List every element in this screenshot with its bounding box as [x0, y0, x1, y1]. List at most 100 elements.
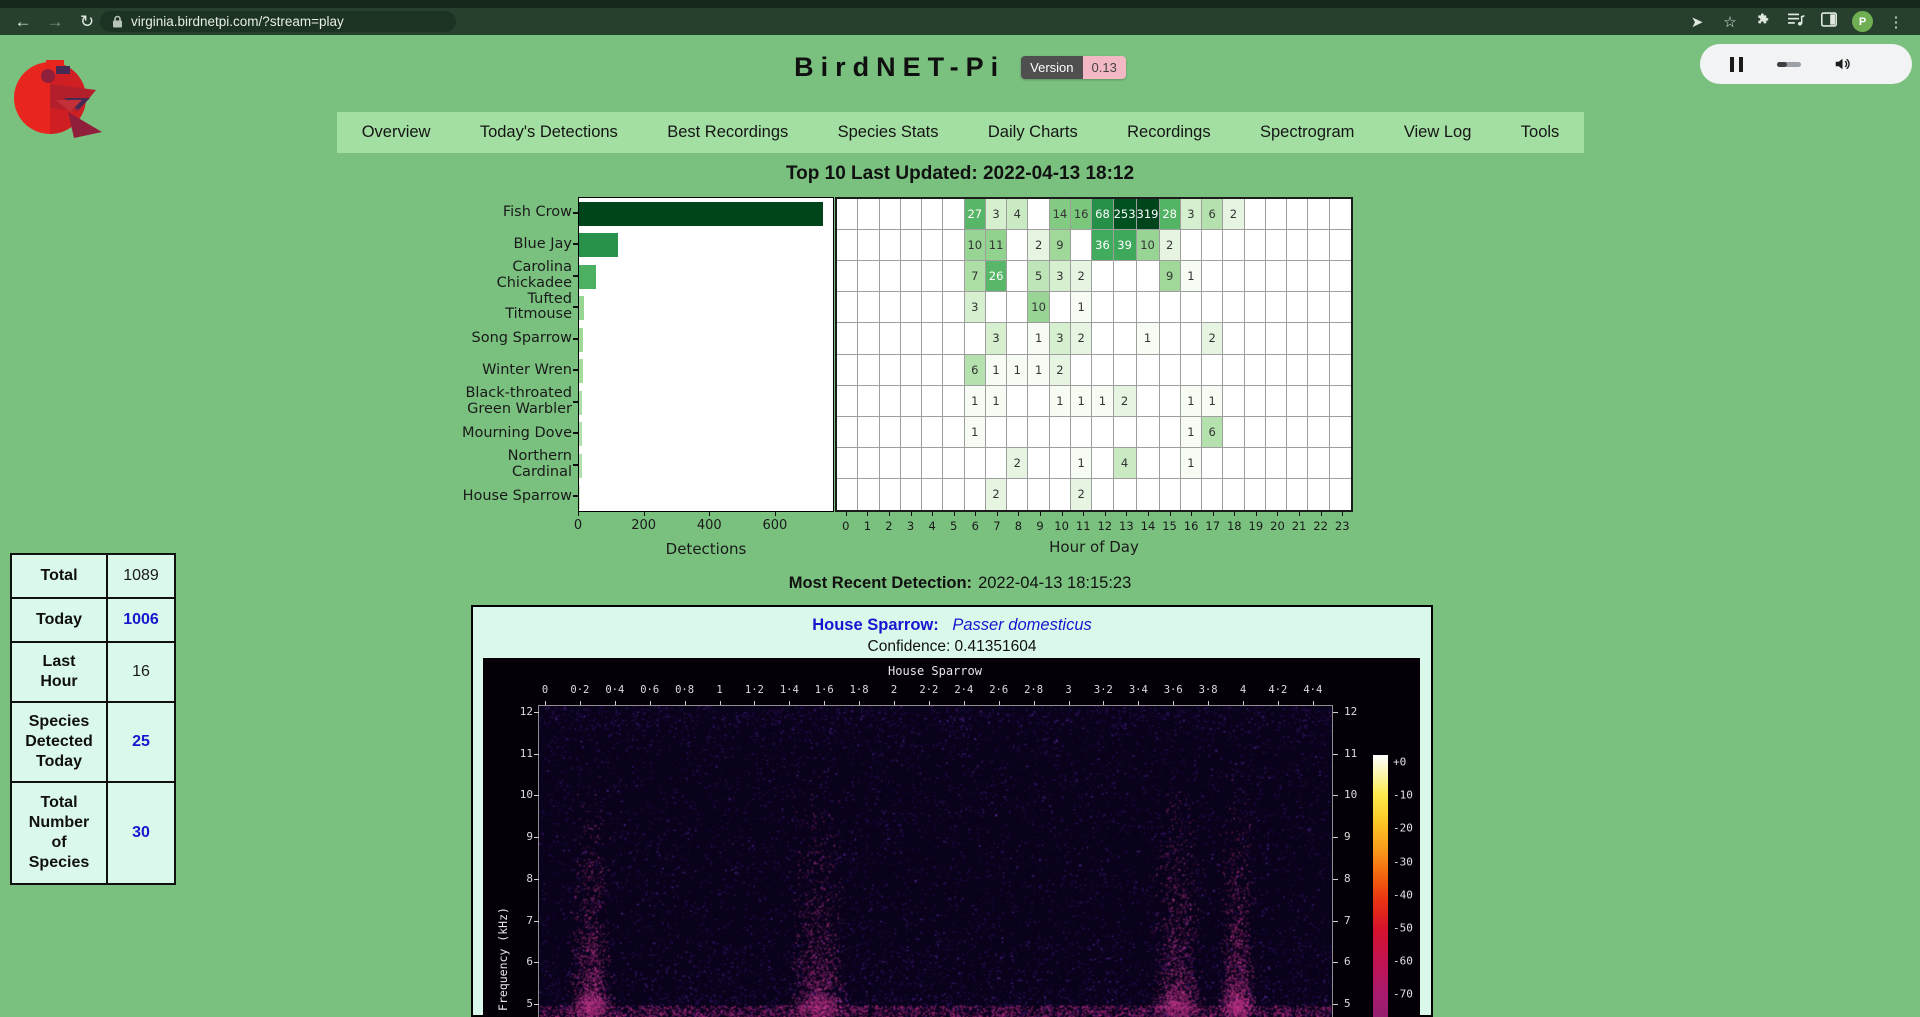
- spectrogram-x-tickmark: [615, 701, 616, 705]
- heatmap-cell: [1330, 448, 1351, 479]
- heatmap-cell: [901, 417, 922, 448]
- heatmap-cell: [880, 292, 901, 323]
- spectrogram-y-tick-right-9: 9: [1344, 830, 1351, 843]
- spectrogram-x-tickmark: [824, 701, 825, 705]
- hour-tickmark: [867, 512, 868, 516]
- hour-tickmark: [1342, 512, 1343, 516]
- species-common-name-link[interactable]: House Sparrow:: [812, 616, 939, 634]
- species-label-carolina-chickadee: Carolina Chickadee: [460, 260, 572, 292]
- nav-item-spectrogram[interactable]: Spectrogram: [1254, 123, 1360, 142]
- nav-item-best-recordings[interactable]: Best Recordings: [661, 123, 794, 142]
- heatmap-cell: 4: [1007, 199, 1028, 230]
- stats-value[interactable]: 1006: [107, 598, 175, 642]
- heatmap-cell: [922, 448, 943, 479]
- species-label-northern-cardinal: Northern Cardinal: [460, 449, 572, 481]
- share-icon[interactable]: ➤: [1687, 13, 1707, 31]
- bar-axis-tick-600: 600: [763, 518, 788, 533]
- heatmap-cell: [1050, 479, 1071, 510]
- heatmap-cell: [1160, 323, 1181, 354]
- stats-label: Today: [11, 598, 107, 642]
- heatmap-cell: [901, 261, 922, 292]
- nav-item-daily-charts[interactable]: Daily Charts: [982, 123, 1084, 142]
- heatmap-cell: [1092, 261, 1113, 292]
- heatmap-cell: [1330, 292, 1351, 323]
- heatmap-cell: [965, 323, 986, 354]
- media-playlist-icon[interactable]: [1786, 12, 1806, 31]
- spectrogram-x-tickmark: [1208, 701, 1209, 705]
- address-bar[interactable]: virginia.birdnetpi.com/?stream=play: [100, 11, 456, 32]
- stats-row-total-number-of-species: Total Number of Species30: [11, 782, 175, 884]
- heatmap-cell: [1287, 479, 1308, 510]
- spectrogram-x-tickmark: [789, 701, 790, 705]
- stats-value[interactable]: 25: [107, 702, 175, 782]
- heatmap-cell: 3: [1050, 323, 1071, 354]
- heatmap-cell: [837, 261, 858, 292]
- heatmap-cell: [837, 292, 858, 323]
- colorbar-label-70: -70: [1393, 988, 1413, 1001]
- spectrogram-y-tick-right-8: 8: [1344, 872, 1351, 885]
- bar-axis-tickmark: [578, 512, 579, 516]
- heatmap-cell: [1287, 386, 1308, 417]
- profile-avatar[interactable]: P: [1852, 11, 1873, 32]
- y-tick: [573, 369, 578, 371]
- heatmap-cell: 10: [1028, 292, 1049, 323]
- heatmap-cell: [1245, 261, 1266, 292]
- back-icon[interactable]: ←: [10, 8, 36, 35]
- heatmap-cell: 2: [1114, 386, 1137, 417]
- hour-tickmark: [1191, 512, 1192, 516]
- heatmap-cell: [1092, 479, 1113, 510]
- spectrogram-x-tickmark: [580, 701, 581, 705]
- audio-scrubber[interactable]: [1777, 62, 1801, 67]
- hour-tickmark: [1105, 512, 1106, 516]
- species-label-house-sparrow: House Sparrow: [460, 481, 572, 513]
- heatmap-cell: [837, 323, 858, 354]
- spectrogram-x-tickmark: [1138, 701, 1139, 705]
- bookmark-star-icon[interactable]: ☆: [1720, 13, 1740, 31]
- volume-icon[interactable]: [1833, 55, 1852, 73]
- nav-item-species-stats[interactable]: Species Stats: [832, 123, 945, 142]
- y-tick: [573, 464, 578, 466]
- heatmap-cell: [1160, 417, 1181, 448]
- heatmap-cell: [1181, 323, 1202, 354]
- stats-table: Total1089Today1006Last Hour16Species Det…: [10, 553, 176, 885]
- spectrogram-y-tick-right-10: 10: [1344, 788, 1357, 801]
- heatmap-cell: [1181, 479, 1202, 510]
- heatmap-cell: [1245, 448, 1266, 479]
- heatmap-cell: [943, 199, 964, 230]
- stats-value[interactable]: 30: [107, 782, 175, 884]
- heatmap-cell: 11: [986, 230, 1007, 261]
- heatmap-cell: 253: [1114, 199, 1137, 230]
- heatmap-cell: [922, 292, 943, 323]
- browser-toolbar: ← → ↻ virginia.birdnetpi.com/?stream=pla…: [0, 8, 1920, 35]
- heatmap-cell: [1287, 448, 1308, 479]
- bar-axis-tick-0: 0: [574, 518, 582, 533]
- audio-player[interactable]: [1700, 44, 1912, 84]
- heatmap-cell: [1050, 417, 1071, 448]
- heatmap-cell: [837, 479, 858, 510]
- heatmap-cell: [1007, 292, 1028, 323]
- spectrogram-x-tickmark: [720, 701, 721, 705]
- heatmap-cell: [1266, 417, 1287, 448]
- detections-bar-northern-cardinal: [579, 454, 582, 478]
- species-latin-name-link[interactable]: Passer domesticus: [952, 616, 1091, 634]
- extensions-puzzle-icon[interactable]: [1753, 12, 1773, 32]
- url-text: virginia.birdnetpi.com/?stream=play: [131, 14, 344, 29]
- heatmap-cell: [1160, 448, 1181, 479]
- pause-icon[interactable]: [1730, 57, 1743, 72]
- nav-item-recordings[interactable]: Recordings: [1121, 123, 1216, 142]
- spectrogram-x-tickmark: [685, 701, 686, 705]
- spectrogram-x-tickmark: [859, 701, 860, 705]
- nav-item-today-s-detections[interactable]: Today's Detections: [474, 123, 624, 142]
- nav-item-overview[interactable]: Overview: [356, 123, 437, 142]
- nav-item-view-log[interactable]: View Log: [1398, 123, 1478, 142]
- side-panel-icon[interactable]: [1819, 12, 1839, 31]
- reload-icon[interactable]: ↻: [74, 8, 100, 35]
- forward-icon[interactable]: →: [42, 8, 68, 35]
- hour-tick-22: 22: [1313, 519, 1328, 533]
- colorbar-label-40: -40: [1393, 888, 1413, 901]
- nav-item-tools[interactable]: Tools: [1515, 123, 1566, 142]
- browser-menu-icon[interactable]: ⋮: [1886, 13, 1906, 31]
- y-tick: [573, 306, 578, 308]
- heatmap-cell: 10: [965, 230, 986, 261]
- heatmap-cell: [837, 386, 858, 417]
